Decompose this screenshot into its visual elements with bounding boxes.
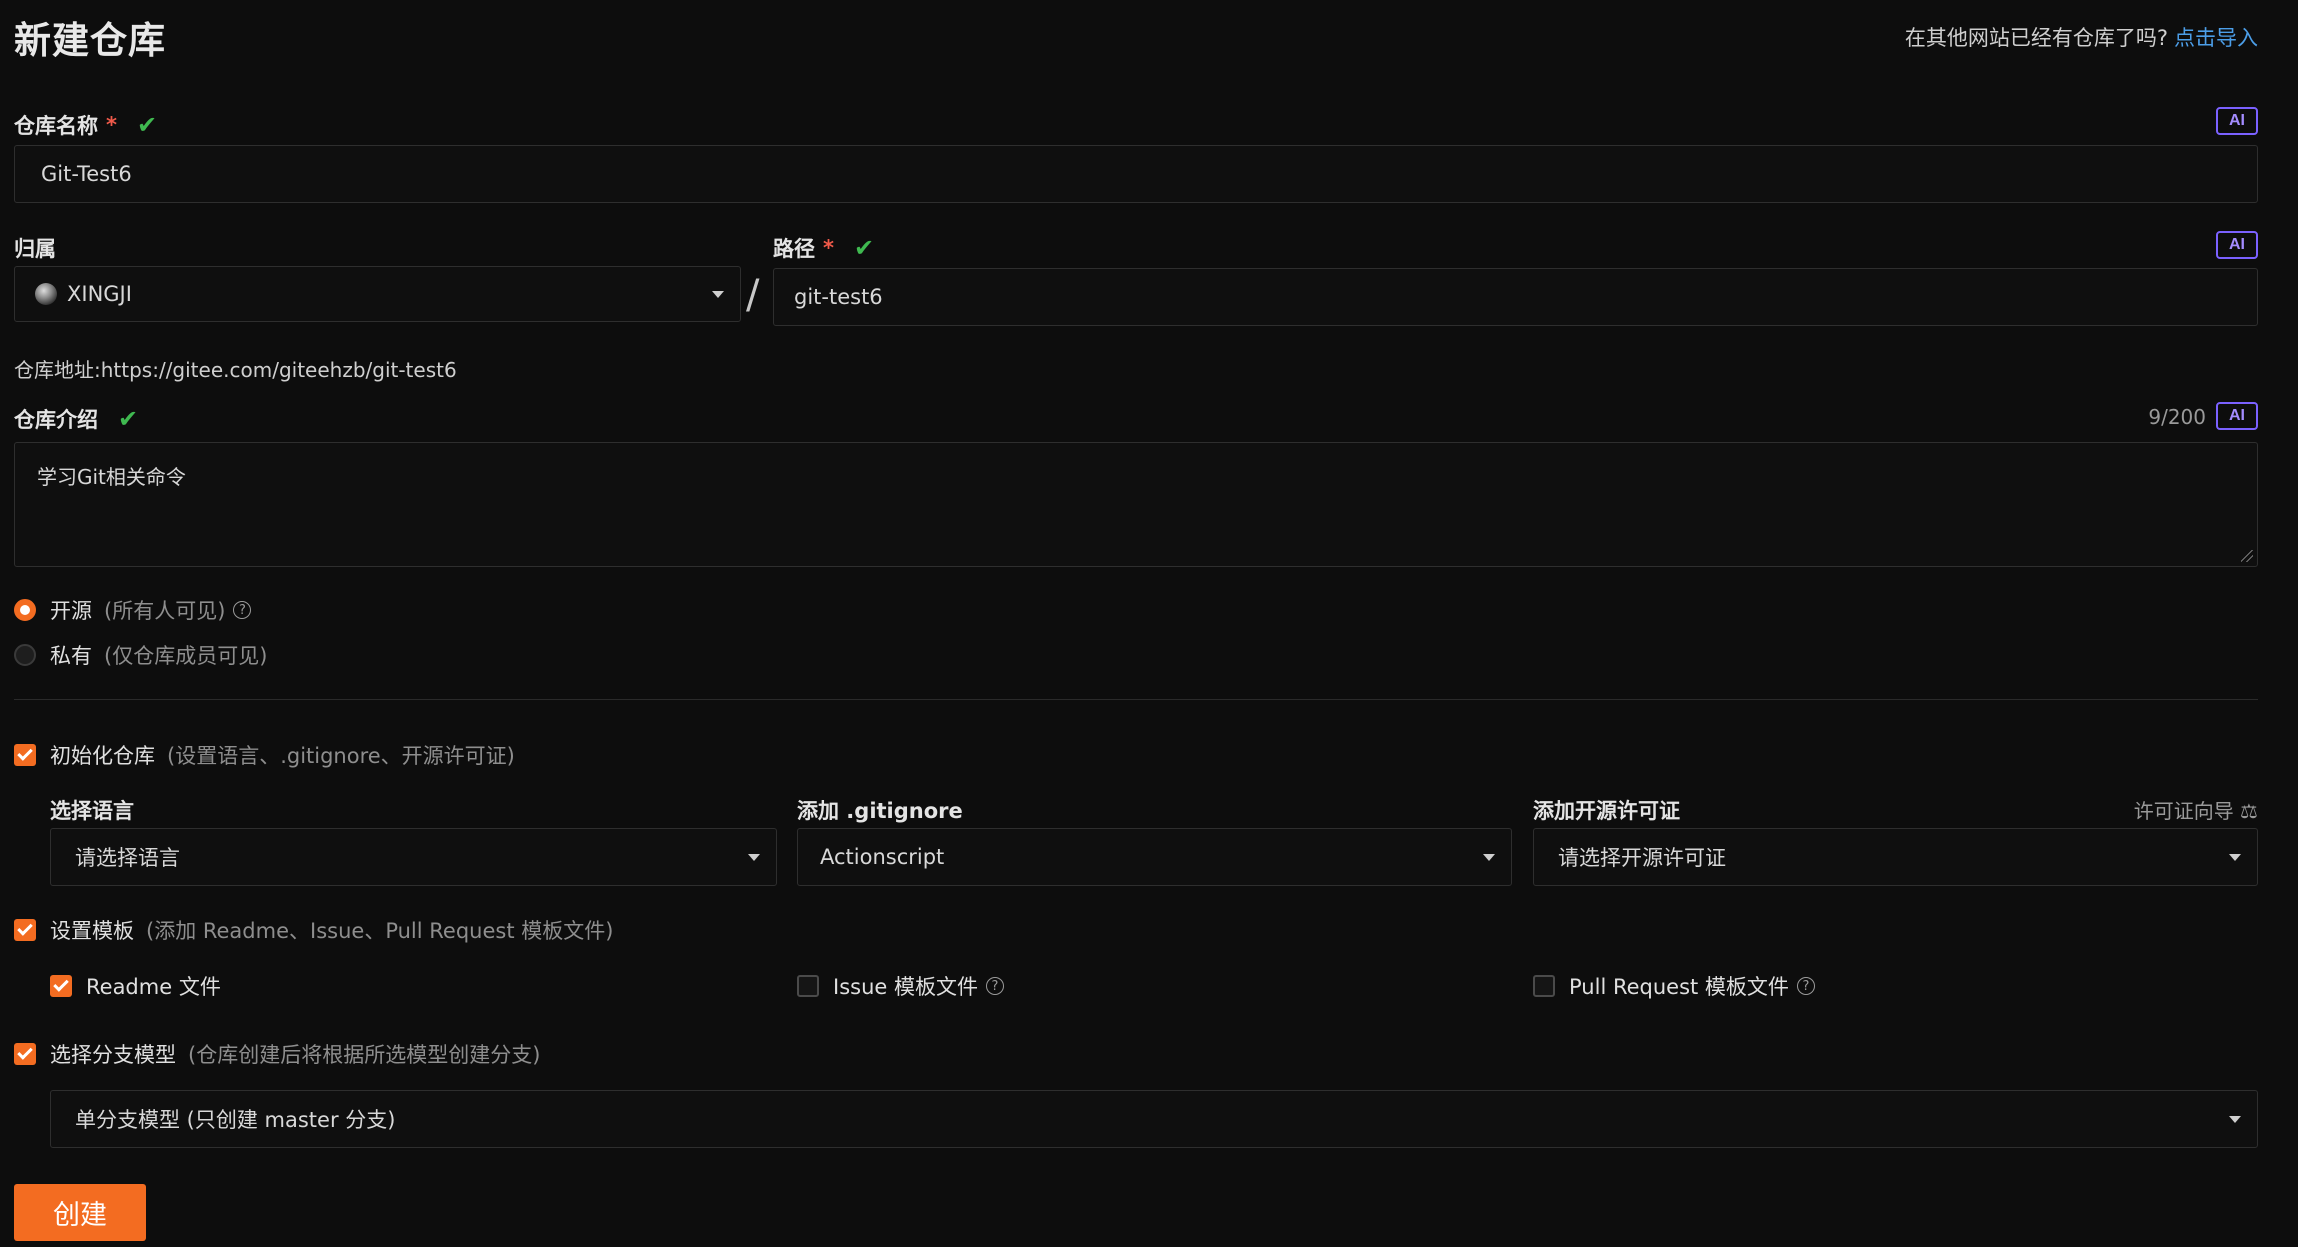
visibility-public-option[interactable]: 开源 (所有人可见) ? xyxy=(14,595,252,625)
check-icon: ✔ xyxy=(853,234,875,262)
branch-model-hint: (仓库创建后将根据所选模型创建分支) xyxy=(188,1043,541,1067)
path-input[interactable]: git-test6 xyxy=(773,268,2258,326)
license-guide-link[interactable]: 许可证向导 ⚖ xyxy=(2134,795,2258,824)
description-label: 仓库介绍 ✔ xyxy=(14,404,138,434)
branch-model-option[interactable]: 选择分支模型 (仓库创建后将根据所选模型创建分支) xyxy=(14,1039,540,1069)
issue-template-checkbox[interactable] xyxy=(797,975,819,997)
pr-template-option[interactable]: Pull Request 模板文件 ? xyxy=(1533,971,1815,1001)
private-hint: (仅仓库成员可见) xyxy=(104,644,268,668)
path-label-text: 路径 xyxy=(773,237,815,261)
repo-address: 仓库地址:https://gitee.com/giteehzb/git-test… xyxy=(14,358,457,382)
pr-template-label: Pull Request 模板文件 xyxy=(1569,975,1789,999)
repo-name-label-text: 仓库名称 xyxy=(14,114,98,138)
owner-value: XINGJI xyxy=(67,282,132,306)
template-option[interactable]: 设置模板 (添加 Readme、Issue、Pull Request 模板文件) xyxy=(14,915,613,945)
help-icon[interactable]: ? xyxy=(233,601,252,619)
readme-option[interactable]: Readme 文件 xyxy=(50,971,221,1001)
path-label: 路径 * ✔ xyxy=(773,233,874,263)
import-prompt: 在其他网站已经有仓库了吗? 点击导入 xyxy=(1905,22,2258,52)
private-label: 私有 xyxy=(50,644,92,668)
branch-model-label: 选择分支模型 xyxy=(50,1043,176,1067)
ai-assist-button[interactable]: AI xyxy=(2216,231,2258,259)
template-hint: (添加 Readme、Issue、Pull Request 模板文件) xyxy=(146,919,614,943)
owner-select[interactable]: XINGJI xyxy=(14,266,741,322)
page-title: 新建仓库 xyxy=(14,19,166,62)
required-mark: * xyxy=(823,236,834,260)
avatar-icon xyxy=(35,283,57,305)
chevron-down-icon xyxy=(712,291,724,298)
help-icon[interactable]: ? xyxy=(985,977,1004,995)
public-hint: (所有人可见) xyxy=(104,599,226,623)
divider xyxy=(14,699,2258,700)
language-value: 请选择语言 xyxy=(75,846,180,870)
check-icon: ✔ xyxy=(136,111,158,139)
repo-name-input[interactable]: Git-Test6 xyxy=(14,145,2258,203)
description-value: 学习Git相关命令 xyxy=(37,465,186,489)
chevron-down-icon xyxy=(748,854,760,861)
new-repo-page: 新建仓库 在其他网站已经有仓库了吗? 点击导入 仓库名称 * ✔ AI Git-T… xyxy=(0,0,2298,1247)
readme-checkbox[interactable] xyxy=(50,975,72,997)
gitignore-label: 添加 .gitignore xyxy=(797,799,963,823)
description-label-text: 仓库介绍 xyxy=(14,408,98,432)
license-value: 请选择开源许可证 xyxy=(1558,846,1726,870)
visibility-private-option[interactable]: 私有 (仅仓库成员可见) xyxy=(14,640,267,670)
branch-model-select[interactable]: 单分支模型 (只创建 master 分支) xyxy=(50,1090,2258,1148)
init-repo-hint: (设置语言、.gitignore、开源许可证) xyxy=(167,744,515,768)
language-label: 选择语言 xyxy=(50,799,134,823)
branch-model-checkbox[interactable] xyxy=(14,1043,36,1065)
init-repo-option[interactable]: 初始化仓库 (设置语言、.gitignore、开源许可证) xyxy=(14,740,515,770)
language-select[interactable]: 请选择语言 xyxy=(50,828,777,886)
chevron-down-icon xyxy=(2229,854,2241,861)
path-separator: / xyxy=(746,272,760,318)
ai-assist-button[interactable]: AI xyxy=(2216,107,2258,135)
ai-assist-button[interactable]: AI xyxy=(2216,402,2258,430)
check-icon: ✔ xyxy=(118,405,139,433)
repo-name-value: Git-Test6 xyxy=(41,162,132,186)
init-repo-checkbox[interactable] xyxy=(14,744,36,766)
license-select[interactable]: 请选择开源许可证 xyxy=(1533,828,2258,886)
radio-private[interactable] xyxy=(14,644,36,666)
init-repo-label: 初始化仓库 xyxy=(50,744,155,768)
issue-template-option[interactable]: Issue 模板文件 ? xyxy=(797,971,1004,1001)
template-label: 设置模板 xyxy=(50,919,134,943)
path-value: git-test6 xyxy=(794,285,883,309)
pr-template-checkbox[interactable] xyxy=(1533,975,1555,997)
readme-label: Readme 文件 xyxy=(86,975,221,999)
gitignore-select[interactable]: Actionscript xyxy=(797,828,1512,886)
help-icon[interactable]: ? xyxy=(1796,977,1815,995)
public-label: 开源 xyxy=(50,599,92,623)
required-mark: * xyxy=(106,113,117,137)
resize-handle-icon[interactable] xyxy=(2241,550,2253,562)
chevron-down-icon xyxy=(1483,854,1495,861)
import-prompt-text: 在其他网站已经有仓库了吗? xyxy=(1904,26,2168,50)
import-link[interactable]: 点击导入 xyxy=(2174,26,2258,50)
license-label: 添加开源许可证 xyxy=(1533,799,1680,823)
char-counter: 9/200 xyxy=(2148,405,2206,429)
chevron-down-icon xyxy=(2229,1116,2241,1123)
create-button[interactable]: 创建 xyxy=(14,1184,146,1241)
template-checkbox[interactable] xyxy=(14,919,36,941)
issue-template-label: Issue 模板文件 xyxy=(833,975,978,999)
owner-label: 归属 xyxy=(14,233,56,263)
gitignore-value: Actionscript xyxy=(820,845,945,869)
branch-model-value: 单分支模型 (只创建 master 分支) xyxy=(75,1108,396,1132)
radio-public[interactable] xyxy=(14,599,36,621)
description-textarea[interactable]: 学习Git相关命令 xyxy=(14,442,2258,567)
owner-label-text: 归属 xyxy=(14,237,56,261)
repo-name-label: 仓库名称 * ✔ xyxy=(14,110,157,140)
